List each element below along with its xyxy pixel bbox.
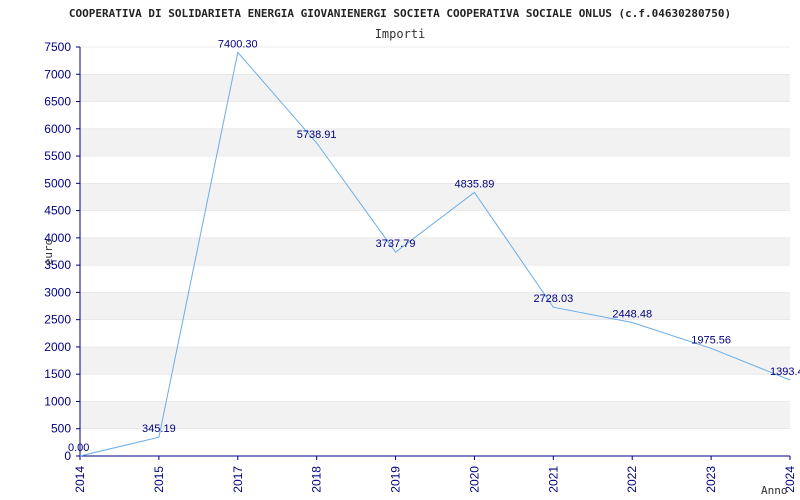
x-axis-label: Anno [761, 484, 788, 497]
grid-band [80, 183, 790, 211]
y-tick-label: 1500 [44, 367, 71, 381]
data-label: 0.00 [68, 442, 89, 454]
data-label: 7400.30 [218, 38, 258, 50]
x-tick-label: 2017 [231, 466, 245, 493]
y-tick-label: 7500 [44, 40, 71, 54]
grid-band [80, 292, 790, 320]
y-tick-label: 4500 [44, 204, 71, 218]
y-tick-label: 3000 [44, 285, 71, 299]
x-tick-label: 2014 [73, 466, 87, 493]
data-label: 4835.89 [455, 178, 495, 190]
y-tick-label: 7000 [44, 67, 71, 81]
data-label: 2448.48 [612, 308, 652, 320]
y-tick-label: 6000 [44, 122, 71, 136]
chart-subtitle: Importi [375, 27, 426, 41]
y-tick-label: 2500 [44, 313, 71, 327]
y-tick-label: 500 [51, 422, 71, 436]
data-label: 5738.91 [297, 129, 337, 141]
grid-band [80, 237, 790, 266]
data-label: 3737.79 [376, 238, 416, 250]
x-tick-label: 2015 [152, 466, 166, 493]
x-axis-ticks: 2014 2015 2017 2018 2019 2020 2021 2022 2023 2024 [73, 456, 797, 493]
x-tick-label: 2023 [704, 466, 718, 493]
x-tick-label: 2018 [310, 466, 324, 493]
x-tick-label: 2019 [389, 466, 403, 493]
grid-band [80, 401, 790, 429]
y-axis-label: euro [42, 239, 55, 266]
data-label: 1393.4 [770, 366, 800, 378]
grid-band [80, 346, 790, 375]
y-tick-label: 5000 [44, 176, 71, 190]
y-tick-label: 6500 [44, 95, 71, 109]
y-tick-label: 5500 [44, 149, 71, 163]
chart-title: COOPERATIVA DI SOLIDARIETA ENERGIA GIOVA… [69, 7, 731, 20]
grid-band [80, 128, 790, 157]
data-label: 345.19 [142, 423, 176, 435]
background-bands [80, 46, 790, 457]
data-label: 1975.56 [691, 334, 731, 346]
x-tick-label: 2021 [546, 466, 560, 493]
grid-band [80, 74, 790, 102]
y-tick-label: 1000 [44, 394, 71, 408]
line-chart: COOPERATIVA DI SOLIDARIETA ENERGIA GIOVA… [42, 7, 800, 497]
y-tick-label: 2000 [44, 340, 71, 354]
x-tick-label: 2020 [467, 466, 481, 493]
x-tick-label: 2022 [625, 466, 639, 493]
data-label: 2728.03 [533, 293, 573, 305]
